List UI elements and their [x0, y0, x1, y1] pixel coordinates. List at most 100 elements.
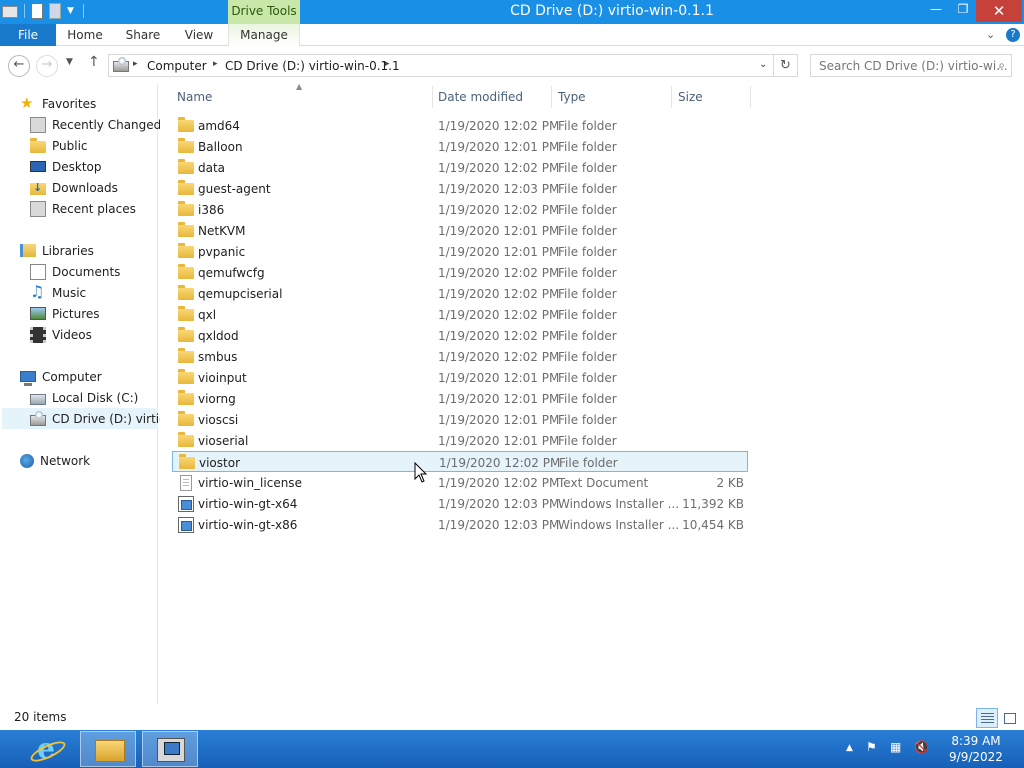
nav-pictures[interactable]: Pictures	[30, 303, 100, 324]
file-name: viostor	[199, 456, 241, 470]
show-hidden-icons-icon[interactable]: ▲	[846, 743, 853, 753]
file-date-modified: 1/19/2020 12:02 PM	[438, 266, 560, 280]
file-row[interactable]: virtio-win-gt-x64 1/19/2020 12:03 PM Windo…	[172, 493, 748, 514]
folder-icon	[178, 327, 194, 342]
internet-explorer-button[interactable]: e	[18, 731, 74, 767]
installer-icon	[178, 517, 194, 533]
nav-public[interactable]: Public	[30, 135, 88, 156]
nav-cd-drive[interactable]: CD Drive (D:) virtio-w	[2, 408, 160, 429]
file-row[interactable]: virtio-win-gt-x86 1/19/2020 12:03 PM Windo…	[172, 514, 748, 535]
recent-locations-icon[interactable]: ▼	[66, 57, 73, 67]
nav-favorites[interactable]: Favorites	[20, 93, 96, 114]
file-type: File folder	[558, 182, 617, 196]
column-divider[interactable]	[551, 86, 552, 108]
file-row[interactable]: pvpanic 1/19/2020 12:01 PM File folder	[172, 241, 748, 262]
tab-file[interactable]: File	[0, 24, 56, 46]
file-row[interactable]: viorng 1/19/2020 12:01 PM File folder	[172, 388, 748, 409]
back-button[interactable]: ←	[8, 55, 30, 77]
tab-share[interactable]: Share	[120, 24, 166, 46]
file-date-modified: 1/19/2020 12:03 PM	[438, 182, 560, 196]
file-row[interactable]: vioinput 1/19/2020 12:01 PM File folder	[172, 367, 748, 388]
file-explorer-button[interactable]	[80, 731, 136, 767]
nav-network[interactable]: Network	[20, 450, 90, 471]
file-date-modified: 1/19/2020 12:01 PM	[438, 371, 560, 385]
column-header-date[interactable]: Date modified	[438, 84, 548, 110]
folder-icon	[178, 180, 194, 195]
nav-libraries[interactable]: Libraries	[20, 240, 94, 261]
breadcrumb-separator-icon[interactable]: ▸	[385, 59, 390, 69]
folder-icon	[178, 285, 194, 300]
close-button[interactable]: ✕	[976, 0, 1022, 22]
recently-changed-icon	[30, 116, 46, 133]
file-row[interactable]: guest-agent 1/19/2020 12:03 PM File folder	[172, 178, 748, 199]
refresh-button[interactable]: ↻	[774, 54, 798, 77]
address-bar[interactable]: ▸ Computer ▸ CD Drive (D:) virtio-win-0.…	[108, 54, 774, 77]
column-header-name[interactable]: Name	[177, 84, 431, 110]
file-date-modified: 1/19/2020 12:01 PM	[438, 434, 560, 448]
file-row[interactable]: qemupciserial 1/19/2020 12:02 PM File fold…	[172, 283, 748, 304]
file-name: viorng	[198, 392, 236, 406]
network-status-icon[interactable]: ▦	[890, 740, 901, 754]
action-center-flag-icon[interactable]: ⚑	[866, 740, 877, 754]
tab-view[interactable]: View	[178, 24, 220, 46]
details-view-button[interactable]	[976, 708, 998, 728]
file-name: qemupciserial	[198, 287, 283, 301]
file-row[interactable]: vioserial 1/19/2020 12:01 PM File folder	[172, 430, 748, 451]
minimize-button[interactable]: —	[922, 2, 950, 24]
restore-button[interactable]: ❐	[950, 2, 976, 24]
nav-local-disk[interactable]: Local Disk (C:)	[30, 387, 138, 408]
volume-muted-icon[interactable]: 🔇	[914, 740, 929, 754]
nav-item-label: Desktop	[52, 159, 102, 174]
column-header-size[interactable]: Size	[678, 84, 748, 110]
file-row[interactable]: i386 1/19/2020 12:02 PM File folder	[172, 199, 748, 220]
file-date-modified: 1/19/2020 12:02 PM	[438, 203, 560, 217]
file-row[interactable]: smbus 1/19/2020 12:02 PM File folder	[172, 346, 748, 367]
search-icon[interactable]: ⌕	[998, 58, 1005, 73]
tab-manage[interactable]: Manage	[228, 24, 300, 46]
address-dropdown-icon[interactable]: ⌄	[759, 59, 767, 70]
file-row[interactable]: qxl 1/19/2020 12:02 PM File folder	[172, 304, 748, 325]
breadcrumb-computer[interactable]: Computer	[147, 59, 207, 73]
up-button[interactable]: ↑	[88, 54, 100, 70]
nav-recently-changed[interactable]: Recently Changed	[30, 114, 160, 135]
help-icon[interactable]: ?	[1006, 28, 1020, 42]
nav-documents[interactable]: Documents	[30, 261, 120, 282]
file-row[interactable]: qemufwcfg 1/19/2020 12:02 PM File folder	[172, 262, 748, 283]
breadcrumb-separator-icon[interactable]: ▸	[133, 59, 138, 69]
file-row[interactable]: NetKVM 1/19/2020 12:01 PM File folder	[172, 220, 748, 241]
file-row[interactable]: qxldod 1/19/2020 12:02 PM File folder	[172, 325, 748, 346]
file-row[interactable]: Balloon 1/19/2020 12:01 PM File folder	[172, 136, 748, 157]
nav-item-label: Downloads	[52, 180, 118, 195]
column-header-type[interactable]: Type	[558, 84, 668, 110]
forward-button[interactable]: →	[36, 55, 58, 77]
nav-desktop[interactable]: Desktop	[30, 156, 102, 177]
file-name: virtio-win-gt-x64	[198, 497, 298, 511]
nav-recent-places[interactable]: Recent places	[30, 198, 136, 219]
search-input[interactable]: Search CD Drive (D:) virtio-wi... ⌕	[810, 54, 1012, 77]
breadcrumb-separator-icon[interactable]: ▸	[213, 59, 218, 69]
tab-home[interactable]: Home	[62, 24, 108, 46]
file-row[interactable]: virtio-win_license 1/19/2020 12:02 PM Text…	[172, 472, 748, 493]
nav-videos[interactable]: Videos	[30, 324, 92, 345]
nav-downloads[interactable]: Downloads	[30, 177, 118, 198]
large-icons-view-button[interactable]	[999, 708, 1021, 728]
file-row[interactable]: data 1/19/2020 12:02 PM File folder	[172, 157, 748, 178]
file-row[interactable]: viostor 1/19/2020 12:02 PM File folder	[172, 451, 748, 472]
file-size: 10,454 KB	[682, 518, 744, 532]
file-type: File folder	[558, 308, 617, 322]
file-date-modified: 1/19/2020 12:01 PM	[438, 392, 560, 406]
file-date-modified: 1/19/2020 12:01 PM	[438, 140, 560, 154]
file-row[interactable]: vioscsi 1/19/2020 12:01 PM File folder	[172, 409, 748, 430]
file-type: Text Document	[558, 476, 649, 490]
column-divider[interactable]	[671, 86, 672, 108]
nav-computer[interactable]: Computer	[20, 366, 102, 387]
expand-ribbon-icon[interactable]: ⌄	[986, 28, 995, 41]
installer-taskbar-button[interactable]	[142, 731, 198, 767]
file-row[interactable]: amd64 1/19/2020 12:02 PM File folder	[172, 115, 748, 136]
column-divider[interactable]	[432, 86, 433, 108]
breadcrumb-cd-drive[interactable]: CD Drive (D:) virtio-win-0.1.1	[225, 59, 400, 73]
libraries-icon	[20, 244, 36, 257]
taskbar-clock[interactable]: 8:39 AM 9/9/2022	[936, 733, 1016, 765]
column-divider[interactable]	[750, 86, 751, 108]
nav-music[interactable]: Music	[30, 282, 86, 303]
